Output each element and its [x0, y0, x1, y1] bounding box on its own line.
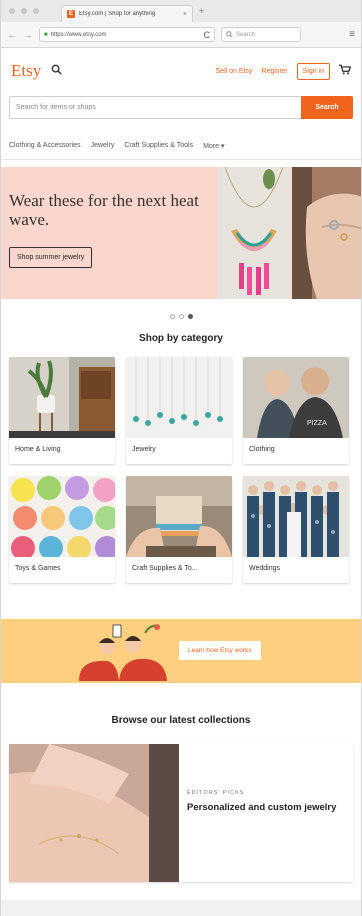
illustration-people-icon: [79, 624, 167, 681]
header-actions: Sell on Etsy Register Sign in: [216, 62, 352, 80]
cart-icon[interactable]: [339, 64, 352, 78]
craft-supplies-image: [126, 476, 232, 557]
reload-icon[interactable]: C: [204, 30, 211, 40]
nav-item-clothing-accessories[interactable]: Clothing & Accessories: [9, 142, 81, 149]
nav-item-craft-supplies[interactable]: Craft Supplies & Tools: [124, 142, 193, 149]
category-label: Home & Living: [15, 446, 61, 453]
home-living-image: [9, 357, 115, 438]
url-text: https://www.etsy.com: [50, 31, 107, 38]
browser-window: E Etsy.com | Shop for anything × + ← → ■…: [0, 0, 362, 916]
browser-tab[interactable]: E Etsy.com | Shop for anything ×: [61, 5, 193, 22]
carousel-dot-active[interactable]: [187, 314, 193, 319]
site-header: Etsy Sell on Etsy Register Sign in: [1, 48, 361, 94]
category-nav: Clothing & Accessories Jewelry Craft Sup…: [1, 132, 361, 160]
svg-text:PIZZA: PIZZA: [307, 420, 327, 427]
category-card-craft-supplies[interactable]: Craft Supplies & To...: [126, 476, 232, 583]
category-label: Weddings: [249, 565, 281, 572]
hamburger-menu-icon[interactable]: ≡: [349, 29, 355, 40]
maximize-window-dot[interactable]: [33, 8, 39, 14]
category-card-toys-games[interactable]: Toys & Games: [9, 476, 115, 583]
category-label: Toys & Games: [15, 565, 61, 572]
bracelet-wrist-image: [9, 744, 179, 882]
etsy-favicon-icon: E: [67, 10, 75, 18]
category-grid: Home & Living Jewelry PIZZA Clothing Toy…: [1, 357, 361, 583]
nav-item-jewelry[interactable]: Jewelry: [91, 142, 115, 149]
search-icon: [226, 31, 233, 38]
collection-text: EDITORS' PICKS Personalized and custom j…: [179, 744, 344, 882]
lock-icon: ■: [44, 31, 48, 38]
next-collection-peek: [1, 900, 361, 916]
collection-kicker: EDITORS' PICKS: [187, 790, 245, 796]
category-label: Jewelry: [132, 446, 156, 453]
site-search: Search for items or shops Search: [9, 96, 353, 119]
collection-card[interactable]: EDITORS' PICKS Personalized and custom j…: [9, 744, 353, 882]
carousel-indicators: [1, 314, 361, 319]
new-tab-button[interactable]: +: [199, 6, 204, 16]
clothing-image: PIZZA: [243, 357, 349, 438]
sell-on-etsy-link[interactable]: Sell on Etsy: [216, 68, 253, 75]
browse-collections-title: Browse our latest collections: [111, 715, 251, 726]
minimize-window-dot[interactable]: [21, 8, 27, 14]
weddings-image: [243, 476, 349, 557]
close-window-dot[interactable]: [9, 8, 15, 14]
category-card-home-living[interactable]: Home & Living: [9, 357, 115, 464]
shop-by-category-title: Shop by category: [139, 333, 223, 344]
category-label: Clothing: [249, 446, 275, 453]
hero-headline: Wear these for the next heat wave.: [9, 191, 199, 229]
shop-summer-jewelry-button[interactable]: Shop summer jewelry: [9, 247, 93, 268]
carousel-dot[interactable]: [178, 314, 184, 319]
search-input[interactable]: Search for items or shops: [9, 96, 301, 119]
toys-games-image: [9, 476, 115, 557]
learn-how-etsy-works-button[interactable]: Learn how Etsy works: [179, 641, 261, 660]
back-icon[interactable]: ←: [7, 30, 17, 40]
carousel-dot[interactable]: [169, 314, 175, 319]
sign-in-button[interactable]: Sign in: [296, 62, 330, 80]
nav-item-more[interactable]: More ▾: [203, 142, 224, 150]
etsy-logo[interactable]: Etsy: [11, 61, 41, 81]
collection-title[interactable]: Personalized and custom jewelry: [187, 802, 336, 813]
browser-nav-bar: ← → ■ https://www.etsy.com C Search ≡: [1, 22, 361, 48]
category-label: Craft Supplies & To...: [132, 565, 198, 572]
search-button[interactable]: Search: [301, 96, 353, 119]
how-etsy-works-banner: Learn how Etsy works: [1, 619, 361, 683]
address-bar[interactable]: ■ https://www.etsy.com C: [39, 27, 215, 42]
register-link[interactable]: Register: [262, 68, 288, 75]
browser-search-placeholder: Search: [236, 31, 256, 38]
rings-hand-image: [292, 167, 361, 299]
window-controls: [9, 8, 39, 14]
forward-icon[interactable]: →: [23, 30, 33, 40]
hero-banner: Wear these for the next heat wave. Shop …: [1, 167, 361, 299]
tab-title: Etsy.com | Shop for anything: [79, 11, 156, 17]
necklace-image: [217, 167, 291, 299]
browser-search-field[interactable]: Search: [221, 27, 301, 42]
browser-tab-bar: E Etsy.com | Shop for anything × +: [1, 0, 361, 22]
jewelry-image: [126, 357, 232, 438]
search-icon[interactable]: [51, 64, 62, 78]
close-icon[interactable]: ×: [183, 11, 187, 18]
category-card-weddings[interactable]: Weddings: [243, 476, 349, 583]
category-card-clothing[interactable]: PIZZA Clothing: [243, 357, 349, 464]
category-card-jewelry[interactable]: Jewelry: [126, 357, 232, 464]
